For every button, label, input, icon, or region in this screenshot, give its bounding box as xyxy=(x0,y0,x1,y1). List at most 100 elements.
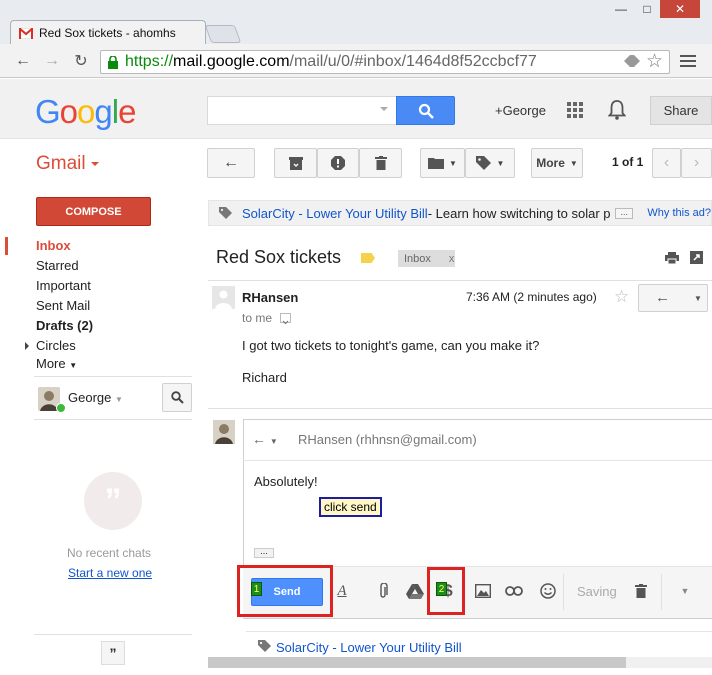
why-this-ad-link[interactable]: Why this ad? xyxy=(647,207,711,219)
bookmark-star-icon[interactable]: ☆ xyxy=(646,50,663,73)
horizontal-scrollbar-thumb[interactable] xyxy=(208,657,626,668)
move-to-button[interactable]: ▼ xyxy=(420,148,465,178)
hangouts-quote-icon: ” xyxy=(84,472,142,530)
pager-text: 1 of 1 xyxy=(612,155,644,169)
reply-body-text[interactable]: Absolutely! xyxy=(254,474,318,489)
reply-button[interactable]: ← ▼ xyxy=(638,284,708,312)
search-button[interactable] xyxy=(396,96,455,125)
logo-letter: e xyxy=(118,93,136,130)
sidebar-item-more[interactable]: More ▼ xyxy=(36,356,77,371)
sidebar-item-important[interactable]: Important xyxy=(36,278,91,293)
google-plus-user-link[interactable]: +George xyxy=(495,103,546,118)
reply-options-chevron-icon[interactable]: ▼ xyxy=(694,294,702,303)
message-body-line: I got two tickets to tonight's game, can… xyxy=(242,338,540,353)
back-arrow-icon[interactable]: ← xyxy=(12,50,34,72)
google-drive-icon[interactable] xyxy=(406,582,424,600)
hangouts-icon[interactable]: ” xyxy=(101,641,125,665)
new-tab-button[interactable] xyxy=(204,25,242,43)
start-new-chat-link[interactable]: Start a new one xyxy=(68,566,152,580)
inbox-label-chip: Inbox x xyxy=(398,250,455,267)
show-trimmed-content-icon[interactable]: ... xyxy=(254,547,274,558)
delete-button[interactable] xyxy=(359,148,402,178)
more-label: More xyxy=(536,156,565,170)
ad-tag-icon xyxy=(258,640,272,655)
chevron-down-icon: ▼ xyxy=(69,361,78,370)
thread-subject: Red Sox tickets xyxy=(216,247,342,267)
chat-user-name: George xyxy=(68,390,112,405)
more-actions-button[interactable]: More ▼ xyxy=(531,148,583,178)
insert-link-icon[interactable] xyxy=(505,582,523,600)
importance-marker-icon[interactable] xyxy=(361,253,375,263)
gmail-app-switcher[interactable]: Gmail xyxy=(36,153,86,175)
google-logo[interactable]: Google xyxy=(35,93,136,131)
extension-icon[interactable] xyxy=(624,54,640,71)
draft-status: Saving xyxy=(577,584,617,599)
older-button[interactable]: › xyxy=(681,148,712,178)
divider xyxy=(661,574,662,610)
more-options-chevron-icon[interactable]: ▼ xyxy=(676,582,694,600)
bottom-ad-link[interactable]: SolarCity - Lower Your Utility Bill xyxy=(276,640,462,655)
expand-circles-icon[interactable] xyxy=(25,342,29,350)
sidebar-item-circles[interactable]: Circles xyxy=(36,338,76,353)
sidebar-item-drafts[interactable]: Drafts (2) xyxy=(36,318,93,333)
maximize-icon[interactable]: □ xyxy=(634,0,660,18)
compose-button[interactable]: COMPOSE xyxy=(36,197,151,226)
url-path: /mail/u/0/#inbox/1464d8f52ccbcf77 xyxy=(289,53,537,70)
print-icon[interactable] xyxy=(665,252,679,267)
star-icon[interactable]: ☆ xyxy=(614,287,629,307)
report-spam-button[interactable] xyxy=(317,148,359,178)
step-badge-2: 2 xyxy=(436,582,447,596)
label-tag-icon xyxy=(475,156,491,170)
lock-icon xyxy=(107,54,119,69)
labels-button[interactable]: ▼ xyxy=(465,148,515,178)
reply-type-menu[interactable]: ← ▼ xyxy=(252,431,278,447)
address-bar[interactable]: https://mail.google.com/mail/u/0/#inbox/… xyxy=(100,50,670,74)
search-options-chevron-icon[interactable] xyxy=(380,107,388,111)
reply-arrow-icon: ← xyxy=(252,431,266,447)
sidebar-item-sent-mail[interactable]: Sent Mail xyxy=(36,298,90,313)
new-window-icon[interactable] xyxy=(690,251,703,267)
sidebar-item-starred[interactable]: Starred xyxy=(36,258,79,273)
chat-user-menu[interactable]: George ▼ xyxy=(68,390,123,405)
logo-letter: o xyxy=(59,93,78,130)
pagination-count: 1 of 1 xyxy=(612,155,643,169)
archive-button[interactable] xyxy=(274,148,317,178)
insert-photo-icon[interactable] xyxy=(474,582,492,600)
attach-file-icon[interactable] xyxy=(374,582,392,600)
ad-banner: SolarCity - Lower Your Utility Bill - Le… xyxy=(208,200,712,226)
forward-arrow-icon[interactable]: → xyxy=(41,50,63,72)
sender-name[interactable]: RHansen xyxy=(242,290,298,305)
discard-draft-icon[interactable] xyxy=(632,582,650,600)
active-item-indicator xyxy=(5,237,8,255)
reload-icon[interactable]: ↻ xyxy=(70,50,92,72)
minimize-icon[interactable]: — xyxy=(608,0,634,18)
browser-tab[interactable]: Red Sox tickets - ahomhs xyxy=(10,20,206,44)
search-input[interactable] xyxy=(207,96,397,125)
no-chats-text: No recent chats xyxy=(67,546,152,560)
newer-button[interactable]: ‹ xyxy=(652,148,681,178)
chrome-menu-icon[interactable] xyxy=(680,52,696,70)
close-icon[interactable]: ✕ xyxy=(660,0,700,18)
chevron-down-icon: ▼ xyxy=(115,395,123,404)
apps-grid-icon[interactable] xyxy=(567,102,583,118)
notifications-bell-icon[interactable] xyxy=(607,100,627,120)
chevron-down-icon: ▼ xyxy=(449,158,457,168)
ad-description: - Learn how switching to solar power can… xyxy=(427,205,611,221)
insert-emoji-icon[interactable] xyxy=(539,582,557,600)
chat-search-button[interactable] xyxy=(162,383,192,412)
reply-recipient[interactable]: RHansen (rhhnsn@gmail.com) xyxy=(298,432,477,447)
gmail-caret-icon[interactable] xyxy=(91,162,99,166)
url-scheme: https:// xyxy=(125,53,174,70)
formatting-options-icon[interactable]: A xyxy=(333,582,351,600)
remove-label-icon[interactable]: x xyxy=(449,253,455,265)
divider xyxy=(34,634,192,635)
message-signature: Richard xyxy=(242,370,287,385)
ad-link[interactable]: SolarCity - Lower Your Utility Bill xyxy=(242,206,428,221)
chevron-down-icon: ▼ xyxy=(496,158,505,168)
show-details-chevron-icon[interactable] xyxy=(280,313,291,325)
sender-avatar xyxy=(212,286,235,309)
sidebar-item-inbox[interactable]: Inbox xyxy=(36,238,71,253)
back-to-inbox-button[interactable]: ← xyxy=(207,148,255,178)
share-button[interactable]: Share xyxy=(650,96,712,125)
ad-more-icon[interactable]: ... xyxy=(615,207,634,219)
